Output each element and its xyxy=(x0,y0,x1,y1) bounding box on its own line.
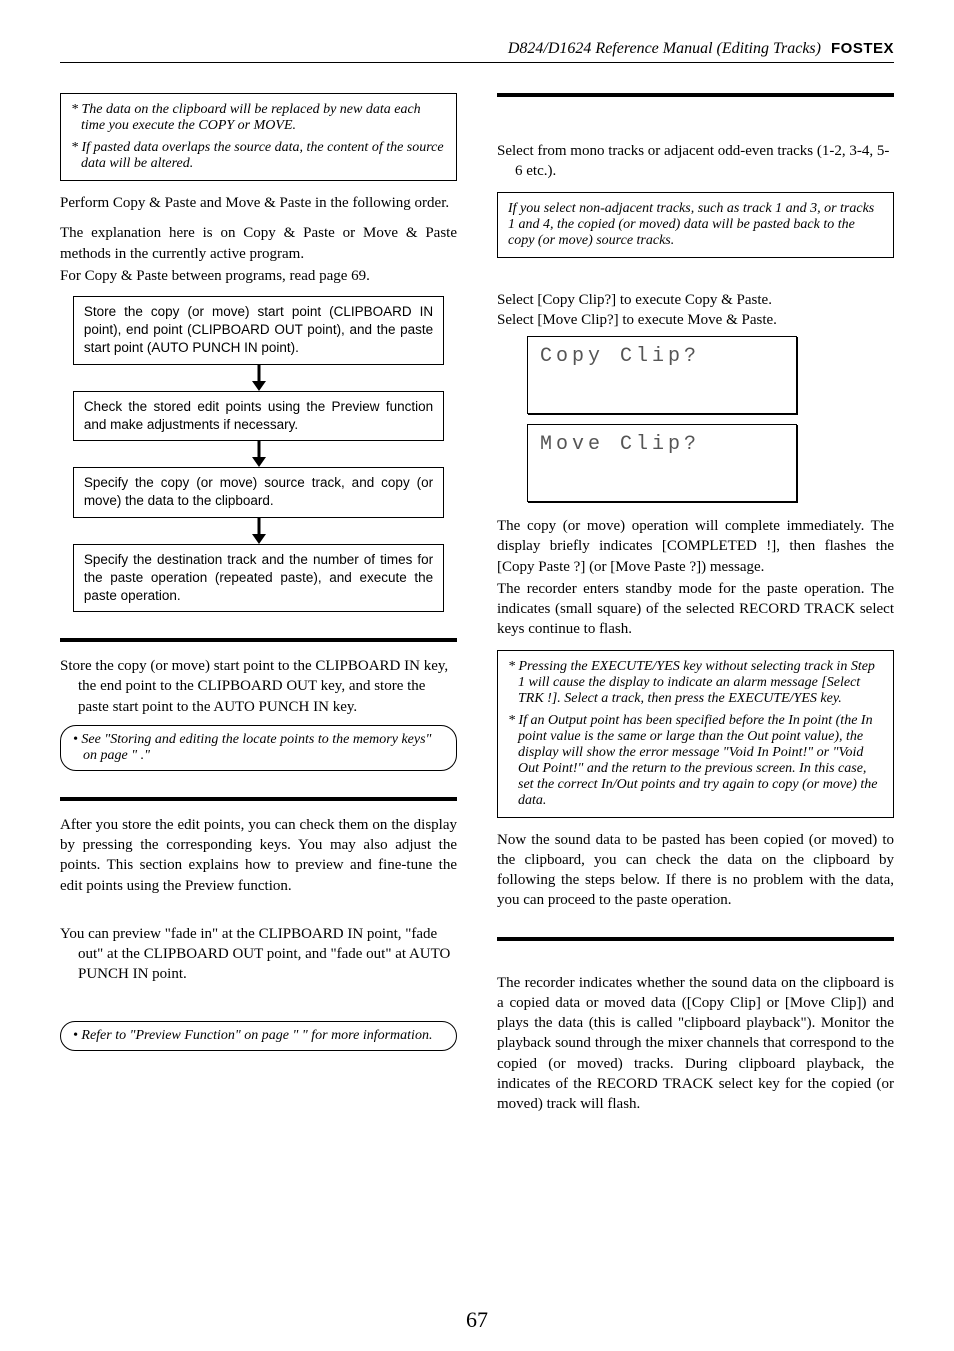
section-rule xyxy=(497,93,894,97)
arrow-icon xyxy=(60,518,457,544)
flow-step-2: Check the stored edit points using the P… xyxy=(73,391,444,441)
lcd-move-clip: Move Clip? xyxy=(527,424,797,502)
flow-step-1: Store the copy (or move) start point (CL… xyxy=(73,296,444,365)
nonadjacent-note-text: If you select non-adjacent tracks, such … xyxy=(508,201,883,249)
two-column-layout: * The data on the clipboard will be repl… xyxy=(60,93,894,1124)
select-move-step: Select [Move Clip?] to execute Move & Pa… xyxy=(515,310,894,330)
clipboard-notes-box: * The data on the clipboard will be repl… xyxy=(60,93,457,181)
after-warn: Now the sound data to be pasted has been… xyxy=(497,830,894,911)
clipboard-playback-text: The recorder indicates whether the sound… xyxy=(497,973,894,1115)
page-header: D824/D1624 Reference Manual (Editing Tra… xyxy=(60,40,894,63)
result-1: The copy (or move) operation will comple… xyxy=(497,516,894,577)
select-copy-step: Select [Copy Clip?] to execute Copy & Pa… xyxy=(515,290,894,310)
preview-intro: After you store the edit points, you can… xyxy=(60,815,457,896)
header-title: D824/D1624 Reference Manual (Editing Tra… xyxy=(508,40,821,57)
see-preview-ref: • Refer to "Preview Function" on page " … xyxy=(60,1021,457,1051)
right-column: Select from mono tracks or adjacent odd-… xyxy=(497,93,894,1124)
arrow-icon xyxy=(60,365,457,391)
arrow-icon xyxy=(60,441,457,467)
select-tracks-step: Select from mono tracks or adjacent odd-… xyxy=(515,141,894,182)
flowchart: Store the copy (or move) start point (CL… xyxy=(60,296,457,612)
result-2: The recorder enters standby mode for the… xyxy=(497,579,894,640)
store-step: Store the copy (or move) start point to … xyxy=(78,656,457,717)
warn-1: * Pressing the EXECUTE/YES key without s… xyxy=(508,659,883,707)
flow-step-3: Specify the copy (or move) source track,… xyxy=(73,467,444,517)
note-2: * If pasted data overlaps the source dat… xyxy=(71,140,446,172)
section-rule xyxy=(497,937,894,941)
lcd-copy-clip: Copy Clip? xyxy=(527,336,797,414)
section-rule xyxy=(60,797,457,801)
page-number: 67 xyxy=(0,1307,954,1333)
brand-logo: FOSTEX xyxy=(831,40,894,57)
section-rule xyxy=(60,638,457,642)
intro-2: The explanation here is on Copy & Paste … xyxy=(60,223,457,264)
note-1: * The data on the clipboard will be repl… xyxy=(71,102,446,134)
intro-3: For Copy & Paste between programs, read … xyxy=(60,266,457,286)
preview-step: You can preview "fade in" at the CLIPBOA… xyxy=(78,924,457,985)
intro-1: Perform Copy & Paste and Move & Paste in… xyxy=(60,193,457,213)
see-storing-ref: • See "Storing and editing the locate po… xyxy=(60,725,457,771)
left-column: * The data on the clipboard will be repl… xyxy=(60,93,457,1124)
warn-2: * If an Output point has been specified … xyxy=(508,713,883,809)
flow-step-4: Specify the destination track and the nu… xyxy=(73,544,444,613)
warning-box: * Pressing the EXECUTE/YES key without s… xyxy=(497,650,894,818)
nonadjacent-note: If you select non-adjacent tracks, such … xyxy=(497,192,894,258)
